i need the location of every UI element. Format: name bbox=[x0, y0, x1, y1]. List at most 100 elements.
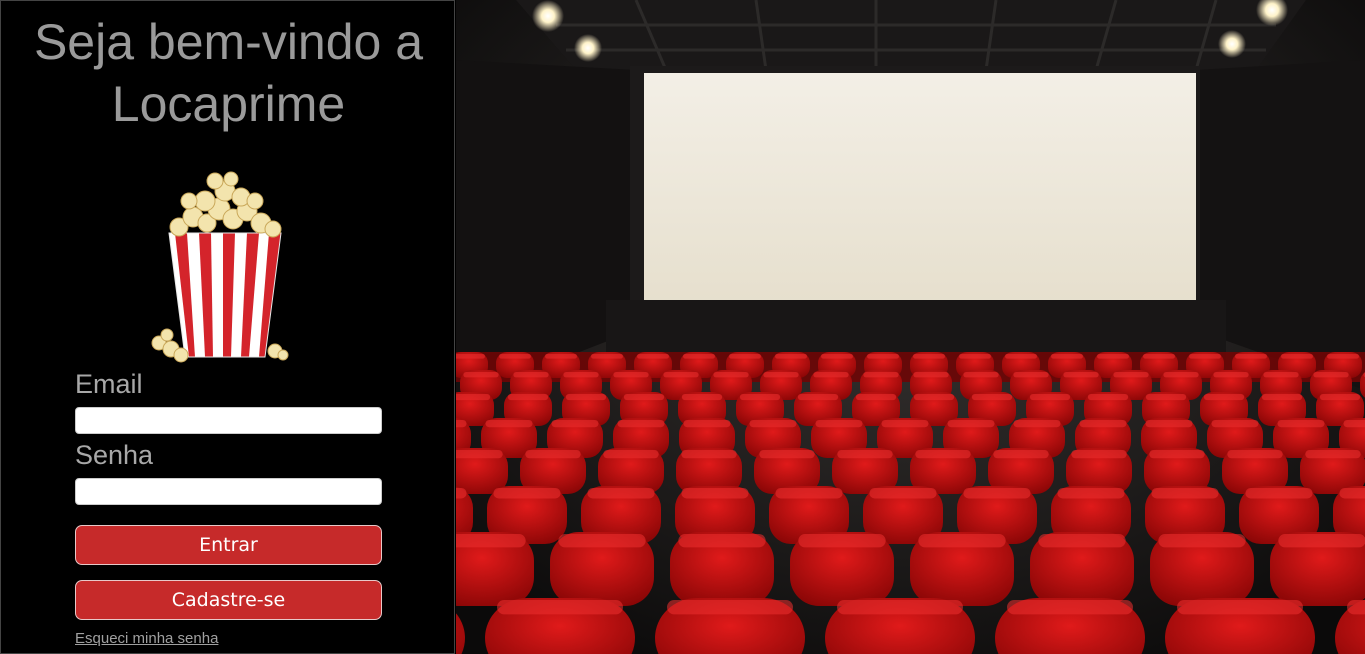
cinema-seat-highlight bbox=[1071, 450, 1127, 459]
cinema-seat-highlight bbox=[663, 372, 699, 378]
cinema-seat-highlight bbox=[456, 354, 485, 359]
cinema-seat-highlight bbox=[1149, 450, 1205, 459]
cinema-seat-highlight bbox=[1213, 372, 1249, 378]
email-field[interactable] bbox=[75, 407, 382, 434]
cinema-seat-highlight bbox=[1211, 420, 1259, 428]
cinema-seat-highlight bbox=[681, 394, 723, 401]
cinema-seat-highlight bbox=[797, 394, 839, 401]
cinema-seat-highlight bbox=[1278, 534, 1365, 548]
cinema-seat-highlight bbox=[591, 354, 623, 359]
cinema-seat-highlight bbox=[678, 534, 766, 548]
cinema-seat-highlight bbox=[1079, 420, 1127, 428]
cinema-seat-highlight bbox=[1163, 372, 1199, 378]
cinema-seat-highlight bbox=[749, 420, 797, 428]
popcorn-icon bbox=[151, 171, 289, 363]
cinema-seat-highlight bbox=[456, 420, 467, 428]
cinema-seat-highlight bbox=[1327, 354, 1359, 359]
cinema-seat-highlight bbox=[1158, 534, 1246, 548]
cinema-seat-highlight bbox=[513, 372, 549, 378]
password-field[interactable] bbox=[75, 478, 382, 505]
cinema-seat-highlight bbox=[1261, 394, 1303, 401]
cinema-seat-highlight bbox=[456, 450, 503, 459]
cinema-seat-highlight bbox=[959, 354, 991, 359]
cinema-seat-highlight bbox=[558, 534, 646, 548]
cinema-seat-highlight bbox=[456, 394, 491, 401]
cinema-seat-highlight bbox=[1339, 488, 1365, 499]
cinema-seat-highlight bbox=[863, 372, 899, 378]
cinema-seat-highlight bbox=[1263, 372, 1299, 378]
cinema-seat-highlight bbox=[821, 354, 853, 359]
cinema-seat-highlight bbox=[587, 488, 655, 499]
cinema-seat-highlight bbox=[963, 372, 999, 378]
cinema-seat-highlight bbox=[729, 354, 761, 359]
cinema-seat-highlight bbox=[681, 450, 737, 459]
cinema-seat-highlight bbox=[775, 354, 807, 359]
cinema-seat-highlight bbox=[681, 488, 749, 499]
cinema-seat-highlight bbox=[1235, 354, 1267, 359]
cinema-seat-highlight bbox=[563, 372, 599, 378]
cinema-seat-highlight bbox=[1029, 394, 1071, 401]
email-label: Email bbox=[75, 369, 143, 399]
cinema-seat-highlight bbox=[1347, 600, 1365, 615]
login-panel: Seja bem-vindo a Locaprime Email Senha E… bbox=[0, 0, 455, 654]
cinema-seat-highlight bbox=[456, 534, 526, 548]
cinema-seat-highlight bbox=[507, 394, 549, 401]
cinema-seat-highlight bbox=[1038, 534, 1126, 548]
cinema-seat-highlight bbox=[867, 354, 899, 359]
welcome-title: Seja bem-vindo a Locaprime bbox=[1, 11, 456, 135]
cinema-seat-highlight bbox=[1057, 488, 1125, 499]
cinema-seat-highlight bbox=[759, 450, 815, 459]
cinema-seat-highlight bbox=[1063, 372, 1099, 378]
cinema-seat-highlight bbox=[1013, 372, 1049, 378]
cinema-seat-highlight bbox=[617, 420, 665, 428]
cinema-seat-highlight bbox=[1113, 372, 1149, 378]
cinema-seat-highlight bbox=[881, 420, 929, 428]
cinema-seat-highlight bbox=[499, 354, 531, 359]
cinema-seat-highlight bbox=[1319, 394, 1361, 401]
cinema-seat-highlight bbox=[1203, 394, 1245, 401]
cinema-seat-highlight bbox=[493, 488, 561, 499]
cinema-seat-highlight bbox=[637, 354, 669, 359]
cinema-seat-highlight bbox=[713, 372, 749, 378]
welcome-line-1: Seja bem-vindo a bbox=[33, 14, 424, 70]
cinema-seat-highlight bbox=[1143, 354, 1175, 359]
signup-button[interactable]: Cadastre-se bbox=[75, 580, 382, 620]
cinema-seat-highlight bbox=[1145, 394, 1187, 401]
cinema-seat-highlight bbox=[915, 450, 971, 459]
cinema-seat-highlight bbox=[1227, 450, 1283, 459]
cinema-seat-highlight bbox=[739, 394, 781, 401]
cinema-seat-highlight bbox=[815, 420, 863, 428]
cinema-seat-highlight bbox=[463, 372, 499, 378]
forgot-password-link[interactable]: Esqueci minha senha bbox=[75, 630, 218, 647]
cinema-seat-highlight bbox=[1245, 488, 1313, 499]
cinema-seat-highlight bbox=[913, 372, 949, 378]
cinema-seat-highlight bbox=[1277, 420, 1325, 428]
enter-button[interactable]: Entrar bbox=[75, 525, 382, 565]
cinema-seat-highlight bbox=[667, 600, 793, 615]
cinema-seat-highlight bbox=[603, 450, 659, 459]
cinema-seat-highlight bbox=[869, 488, 937, 499]
cinema-seat-highlight bbox=[456, 488, 467, 499]
cinema-seat-highlight bbox=[1151, 488, 1219, 499]
cinema-seat-highlight bbox=[913, 354, 945, 359]
cinema-seat-highlight bbox=[683, 420, 731, 428]
cinema-seat-highlight bbox=[497, 600, 623, 615]
cinema-seat-highlight bbox=[837, 450, 893, 459]
cinema-seat-highlight bbox=[947, 420, 995, 428]
cinema-seat-highlight bbox=[683, 354, 715, 359]
cinema-seat-highlight bbox=[763, 372, 799, 378]
cinema-seat-highlight bbox=[1005, 354, 1037, 359]
cinema-seat-highlight bbox=[1305, 450, 1361, 459]
cinema-seat-highlight bbox=[775, 488, 843, 499]
cinema-seat-highlight bbox=[813, 372, 849, 378]
cinema-seat-highlight bbox=[623, 394, 665, 401]
cinema-seat-highlight bbox=[1051, 354, 1083, 359]
cinema-seat-highlight bbox=[855, 394, 897, 401]
cinema-seat-highlight bbox=[1007, 600, 1133, 615]
cinema-seat-highlight bbox=[1343, 420, 1365, 428]
cinema-seat-highlight bbox=[993, 450, 1049, 459]
welcome-line-2: Locaprime bbox=[111, 76, 346, 132]
cinema-seat-highlight bbox=[1177, 600, 1303, 615]
cinema-seat-highlight bbox=[1313, 372, 1349, 378]
cinema-seat-highlight bbox=[551, 420, 599, 428]
